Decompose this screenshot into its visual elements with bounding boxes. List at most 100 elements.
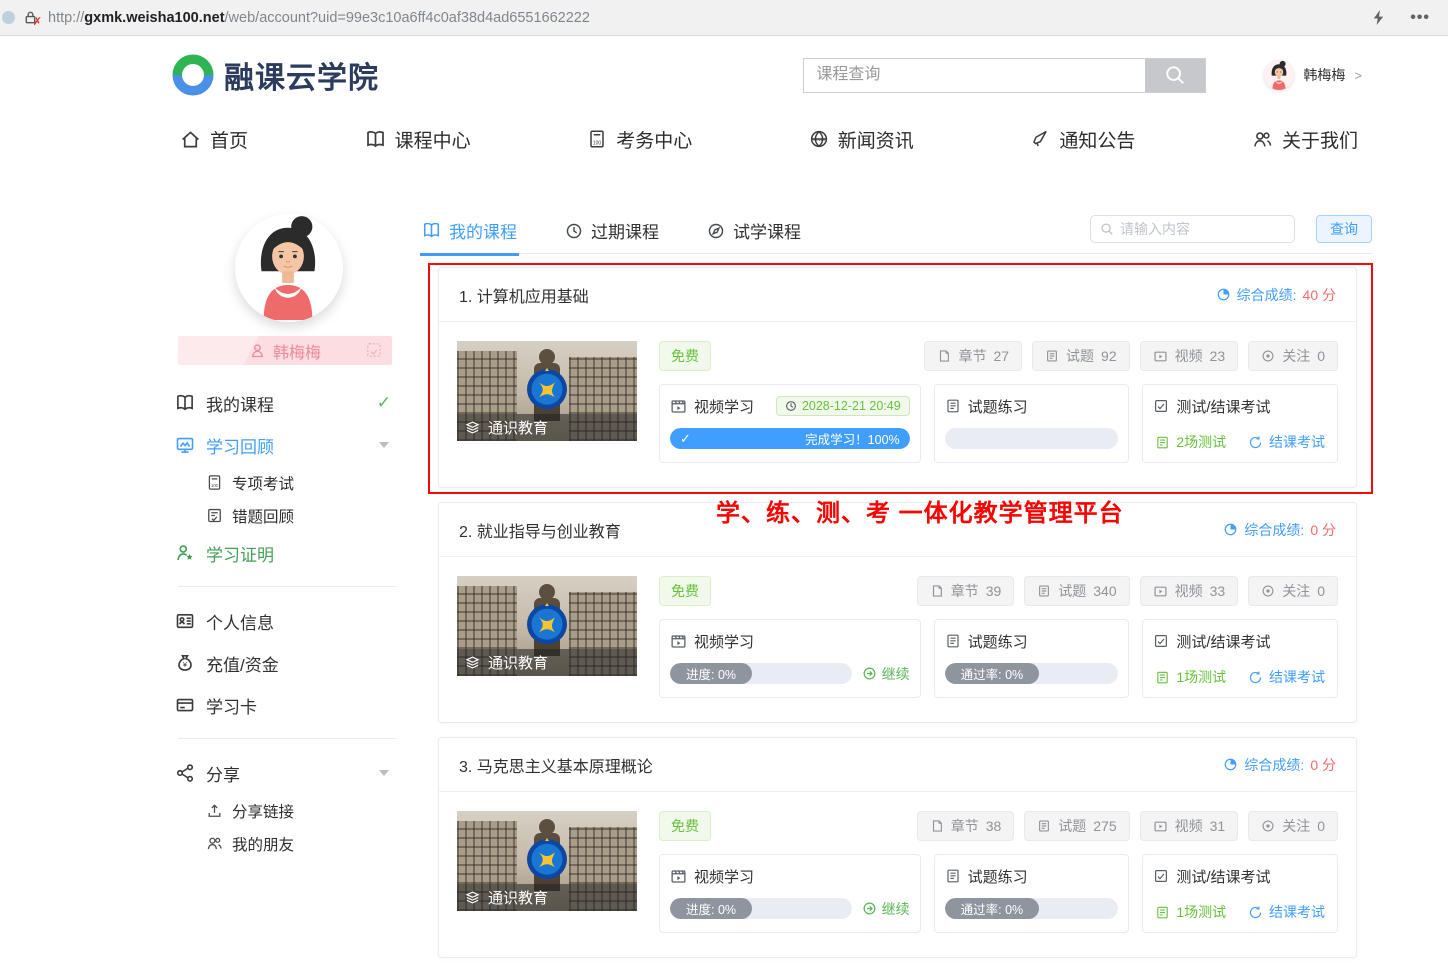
favicon-dot <box>2 11 15 24</box>
score-label: 综合成绩: <box>1244 755 1304 775</box>
tests-label: 2场测试 <box>1176 432 1226 452</box>
final-exam-link[interactable]: 结课考试 <box>1248 667 1325 687</box>
score-label: 综合成绩: <box>1244 520 1304 540</box>
final-exam-link[interactable]: 结课考试 <box>1248 902 1325 922</box>
svg-text:¥: ¥ <box>183 660 188 669</box>
sidebar-item-wrong-review[interactable]: 错题回顾 <box>175 499 403 532</box>
video-progress-pill: 进度: 0% <box>670 663 752 684</box>
course-thumbnail[interactable]: 通识教育 <box>457 341 637 441</box>
course-thumbnail[interactable]: 通识教育 <box>457 576 637 676</box>
practice-box-title: 试题练习 <box>968 866 1028 887</box>
sidebar-item-profile[interactable]: 个人信息 <box>175 600 403 642</box>
film-icon <box>670 398 687 415</box>
doc-check-icon <box>206 507 223 524</box>
id-card-icon <box>175 611 195 631</box>
filter-input[interactable] <box>1120 221 1301 237</box>
video-progress-pill: 进度: 0% <box>670 898 752 919</box>
course-thumbnail[interactable]: 通识教育 <box>457 811 637 911</box>
continue-link[interactable]: 继续 <box>862 899 910 919</box>
address-bar[interactable]: http://gxmk.weisha100.net/web/account?ui… <box>48 10 590 26</box>
divider <box>178 586 397 587</box>
stat-videos: 视频 33 <box>1140 576 1239 606</box>
stat-value: 23 <box>1210 348 1226 364</box>
lightning-icon[interactable] <box>1371 9 1386 26</box>
check-icon: ✓ <box>680 431 691 447</box>
exam-box: 测试/结课考试 1场测试 <box>1142 619 1338 698</box>
insecure-lock-icon[interactable]: ✗ <box>23 10 38 25</box>
book-icon <box>175 393 195 413</box>
search-button[interactable] <box>1145 59 1205 92</box>
sidebar-item-certificate[interactable]: 学习证明 <box>175 532 403 574</box>
exam-doc-icon: 100 <box>206 474 223 491</box>
tests-link[interactable]: 2场测试 <box>1155 432 1226 452</box>
exam-card-icon <box>1153 398 1169 414</box>
nav-item-notices[interactable]: 通知公告 <box>1030 126 1135 153</box>
nav-item-exams[interactable]: 100 考务中心 <box>587 126 692 153</box>
url-path: /web/account?uid=99e3c10a6ff4c0af38d4ad6… <box>225 10 590 26</box>
layers-icon <box>465 890 480 905</box>
tests-label: 1场测试 <box>1176 902 1226 922</box>
nav-item-about[interactable]: 关于我们 <box>1252 126 1358 153</box>
query-button[interactable]: 查询 <box>1316 215 1372 243</box>
question-doc-icon <box>1037 819 1051 833</box>
nav-label: 考务中心 <box>616 126 692 153</box>
course-score: 综合成绩: 40 分 <box>1216 285 1336 305</box>
final-exam-link[interactable]: 结课考试 <box>1248 432 1325 452</box>
thumbnail-caption: 通识教育 <box>457 414 637 441</box>
eye-icon <box>1261 349 1275 363</box>
user-avatar <box>1264 60 1294 90</box>
stat-value: 0 <box>1317 583 1325 599</box>
nav-item-home[interactable]: 首页 <box>180 126 248 153</box>
site-logo[interactable]: 融课云学院 <box>172 53 379 97</box>
course-score: 综合成绩: 0 分 <box>1223 520 1336 540</box>
stat-label: 章节 <box>958 346 986 366</box>
nav-item-courses[interactable]: 课程中心 <box>365 126 471 153</box>
thumbnail-label: 通识教育 <box>488 652 548 673</box>
course-header: 1. 计算机应用基础 综合成绩: 40 分 <box>439 268 1356 322</box>
continue-link[interactable]: 继续 <box>862 664 910 684</box>
test-doc-icon <box>1155 435 1170 450</box>
free-badge: 免费 <box>659 811 711 841</box>
tab-trial-courses[interactable]: 试学课程 <box>705 215 803 255</box>
money-bag-icon: ¥ <box>175 653 195 673</box>
sidebar-item-share[interactable]: 分享 <box>175 752 403 794</box>
stat-label: 章节 <box>951 816 979 836</box>
news-globe-icon: NEWS <box>809 129 829 149</box>
sidebar-item-review[interactable]: 学习回顾 <box>175 424 403 466</box>
stat-label: 章节 <box>951 581 979 601</box>
practice-rate-bar: 通过率: 38.04% <box>945 428 1119 449</box>
video-icon <box>1153 584 1168 599</box>
pie-chart-icon <box>1223 757 1238 772</box>
tab-label: 我的课程 <box>449 218 517 243</box>
stat-value: 27 <box>993 348 1009 364</box>
video-study-box: 视频学习 <box>659 854 921 933</box>
tests-link[interactable]: 1场测试 <box>1155 902 1226 922</box>
sidebar-item-label: 学习卡 <box>206 693 257 718</box>
browser-menu-icon[interactable]: ••• <box>1410 9 1430 27</box>
chevron-right-icon: > <box>1354 68 1362 83</box>
user-menu[interactable]: 韩梅梅 > <box>1264 60 1362 90</box>
sidebar-item-special-exam[interactable]: 100 专项考试 <box>175 466 403 499</box>
divider <box>178 738 397 739</box>
final-exam-label: 结课考试 <box>1269 902 1325 922</box>
site-header: 融课云学院 韩梅梅 > <box>0 37 1448 113</box>
nav-item-news[interactable]: NEWS 新闻资讯 <box>809 126 914 153</box>
tab-expired-courses[interactable]: 过期课程 <box>563 215 661 255</box>
course-search-input[interactable] <box>804 59 1145 92</box>
practice-rate-bar: 通过率: 0% <box>945 898 1119 919</box>
course-stats: 章节 39 试题 340 <box>917 576 1338 606</box>
layers-icon <box>465 420 480 435</box>
stat-label: 关注 <box>1282 346 1310 366</box>
sidebar-item-study-card[interactable]: 学习卡 <box>175 684 403 726</box>
sidebar-item-recharge[interactable]: ¥ 充值/资金 <box>175 642 403 684</box>
deadline-badge: 2028-12-21 20:49 <box>776 396 910 416</box>
tests-link[interactable]: 1场测试 <box>1155 667 1226 687</box>
practice-doc-icon <box>945 868 961 884</box>
pie-chart-icon <box>1216 287 1231 302</box>
sidebar-item-my-friends[interactable]: 我的朋友 <box>175 827 403 860</box>
url-scheme: http:// <box>48 10 84 26</box>
sidebar-item-share-link[interactable]: 分享链接 <box>175 794 403 827</box>
test-doc-icon <box>1155 905 1170 920</box>
sidebar-item-my-courses[interactable]: 我的课程 ✓ <box>175 382 403 424</box>
tab-my-courses[interactable]: 我的课程 <box>420 215 519 255</box>
